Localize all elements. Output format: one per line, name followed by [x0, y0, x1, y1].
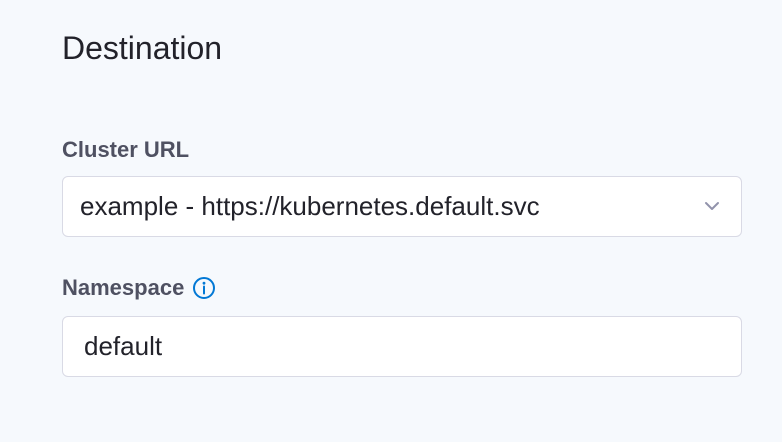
cluster-url-label-text: Cluster URL	[62, 137, 190, 162]
namespace-value: default	[84, 331, 163, 361]
cluster-url-label: Cluster URL	[62, 136, 189, 164]
info-icon[interactable]	[192, 276, 216, 300]
chevron-down-icon	[705, 202, 719, 210]
cluster-url-select[interactable]: example - https://kubernetes.default.svc	[62, 176, 742, 237]
namespace-label-text: Namespace	[62, 275, 185, 300]
namespace-input[interactable]: default	[62, 316, 742, 377]
section-title: Destination	[62, 30, 223, 66]
cluster-url-value: example - https://kubernetes.default.svc	[80, 191, 540, 221]
namespace-label: Namespace	[62, 274, 216, 302]
